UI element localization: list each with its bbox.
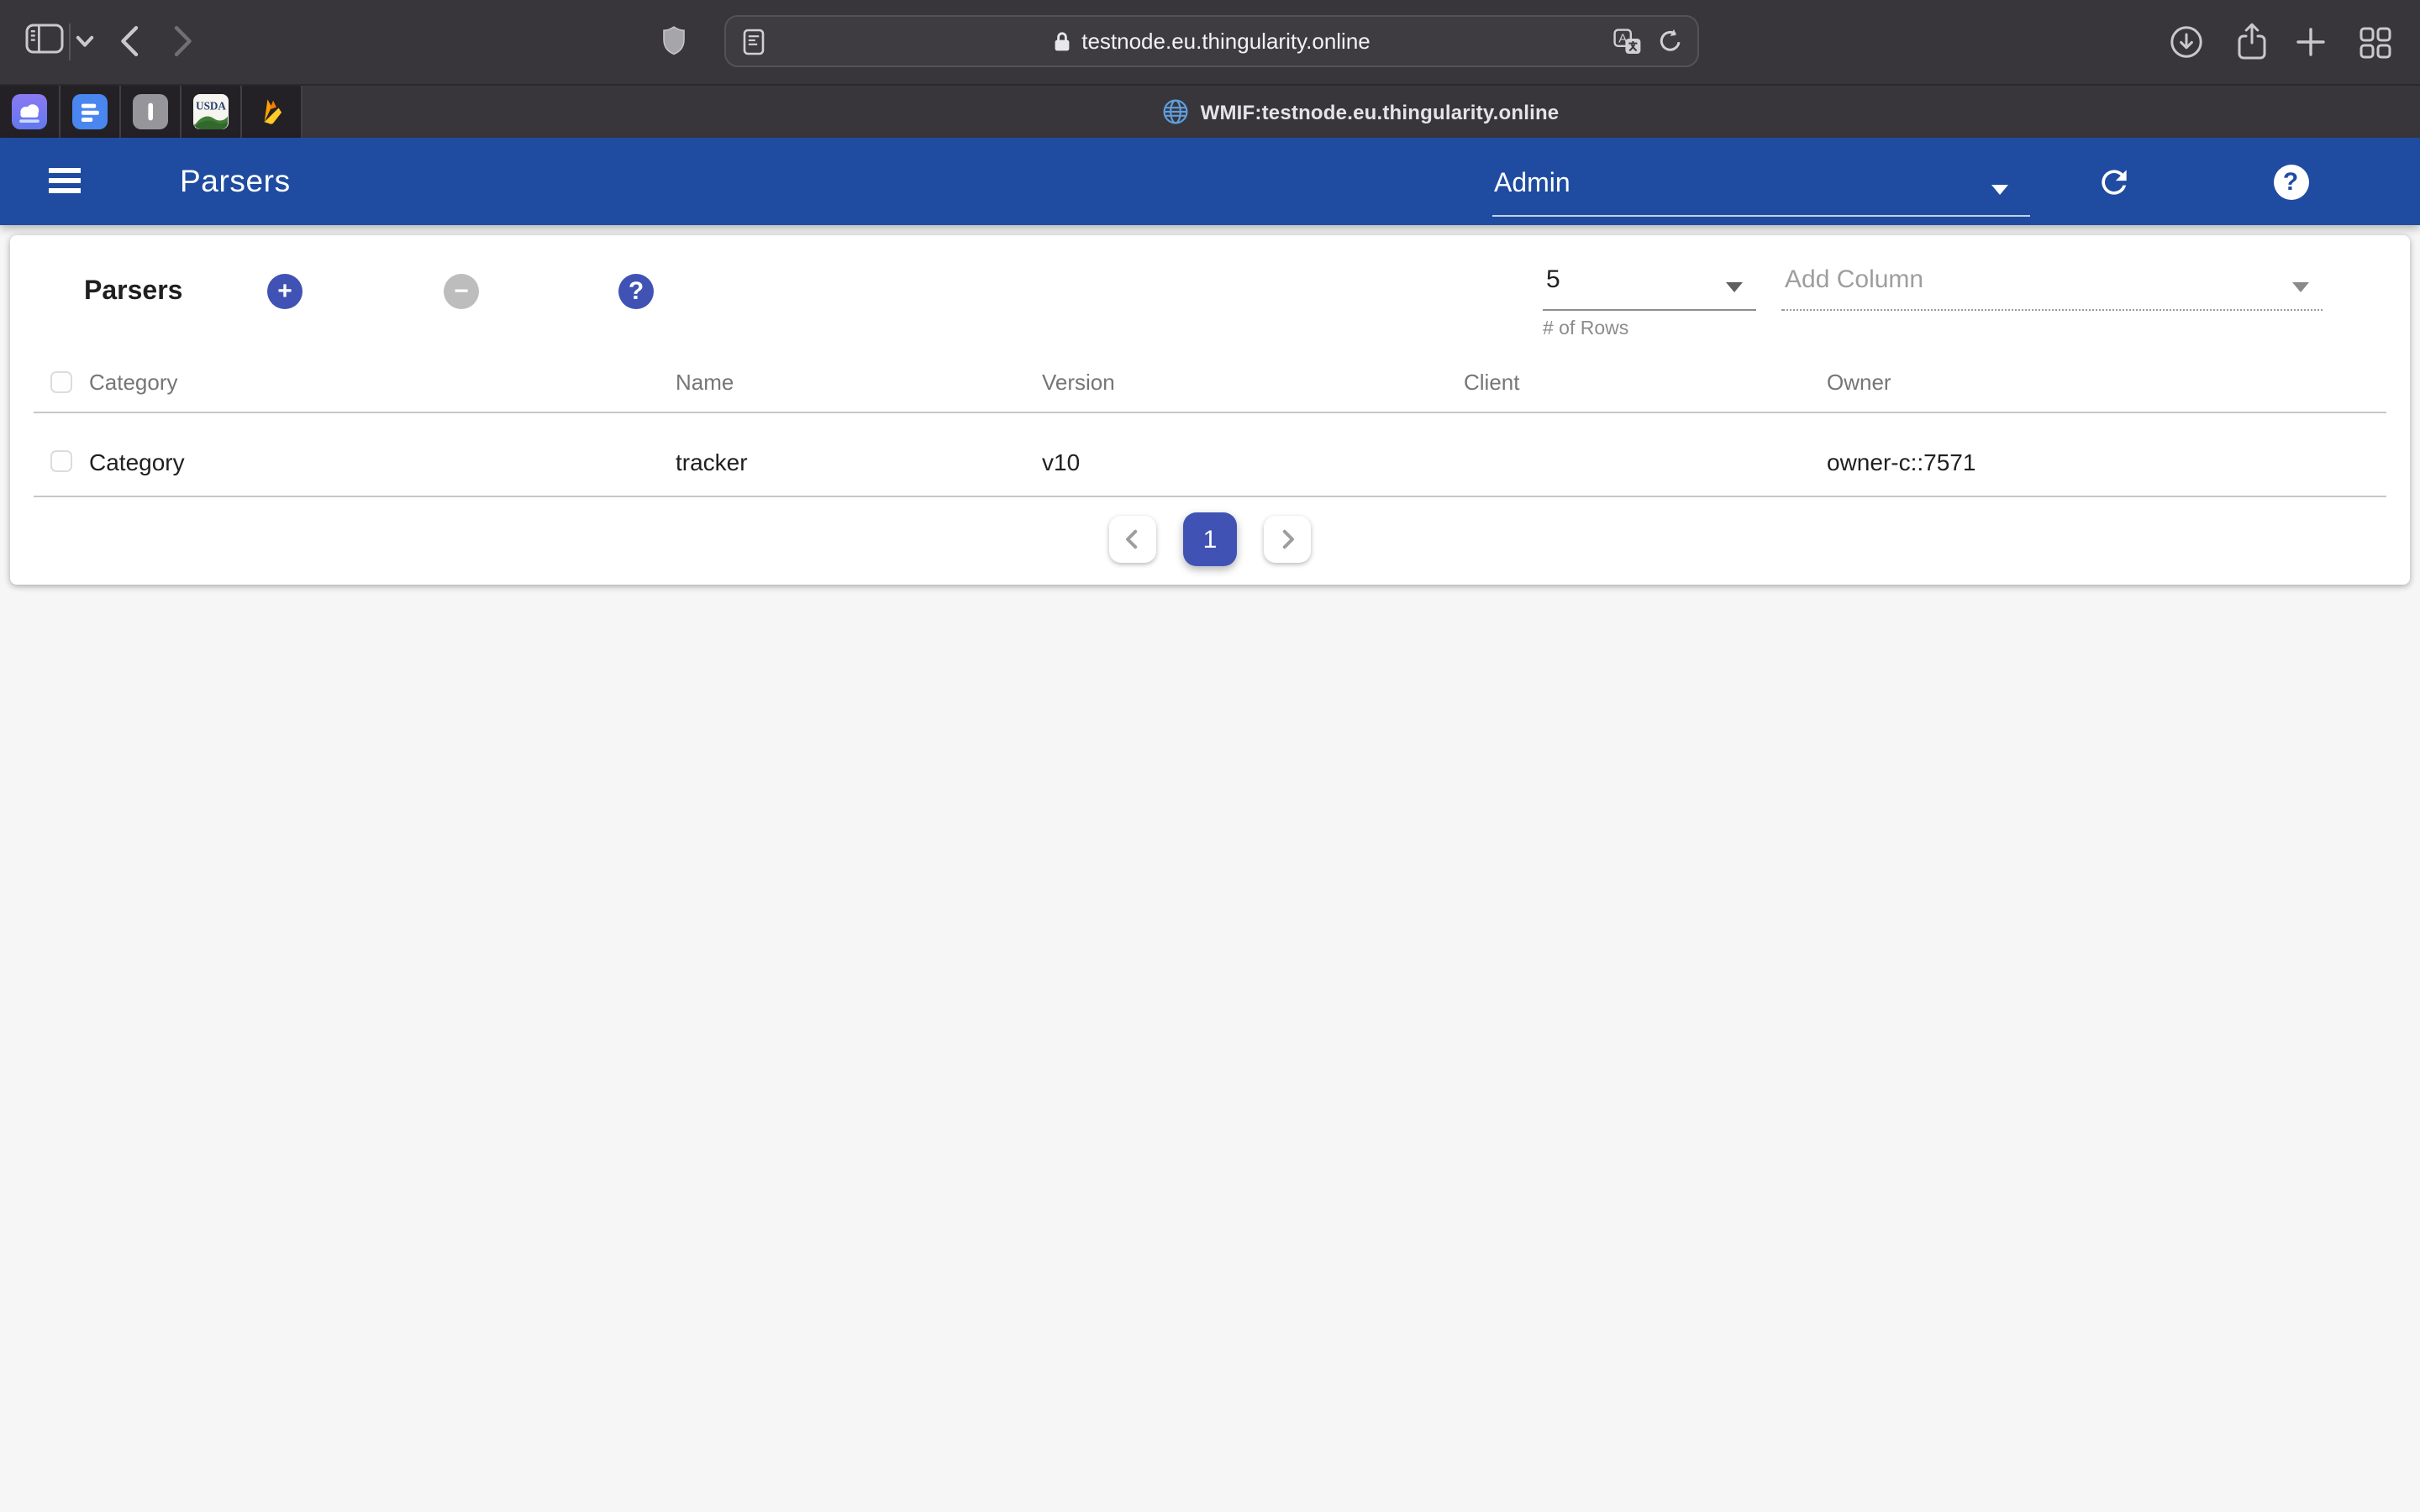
content-card: Parsers + − ? 5 # of Rows Add Column Cat… [10, 235, 2410, 585]
row-checkbox[interactable] [50, 450, 71, 471]
help-icon: ? [2273, 164, 2308, 199]
browser-toolbar: testnode.eu.thingularity.online A [0, 0, 2420, 84]
next-page-button[interactable] [1264, 516, 1311, 563]
shield-icon [662, 25, 686, 57]
docs-favicon-icon [72, 94, 108, 129]
grid-icon [2360, 27, 2391, 59]
share-icon [2235, 22, 2269, 62]
new-tab-button[interactable] [2296, 27, 2326, 57]
pinned-tab-docs[interactable] [60, 86, 121, 138]
rows-count-value: 5 [1546, 265, 1560, 294]
chevron-right-icon [1277, 529, 1297, 549]
pinned-tabs: USDA [0, 86, 302, 138]
pinned-tab-usda[interactable]: USDA [182, 86, 242, 138]
firebase-favicon-icon [254, 94, 289, 129]
pinned-tab-cloud[interactable] [0, 86, 60, 138]
globe-icon [1164, 99, 1189, 124]
app-header: Parsers Admin ? [0, 138, 2420, 225]
column-header-name: Name [676, 370, 734, 395]
back-button[interactable] [119, 25, 139, 57]
tab-overview-button[interactable] [2360, 27, 2391, 59]
select-all-checkbox[interactable] [50, 371, 71, 392]
plus-icon [2296, 27, 2326, 57]
info-favicon-icon [133, 94, 168, 129]
cell-version: v10 [1042, 449, 1080, 475]
pinned-tab-firebase[interactable] [242, 86, 302, 138]
downloads-button[interactable] [2170, 25, 2203, 59]
column-header-client: Client [1464, 370, 1520, 395]
current-page-button[interactable]: 1 [1183, 512, 1237, 566]
translate-button[interactable]: A [1613, 17, 1642, 66]
chevron-down-icon [1991, 185, 2008, 195]
hamburger-icon [49, 168, 81, 172]
column-header-owner: Owner [1827, 370, 1891, 395]
page-title: Parsers [180, 163, 291, 200]
header-divider [34, 412, 2386, 413]
privacy-shield-button[interactable] [662, 25, 686, 57]
page-reload-button[interactable] [1659, 17, 1682, 66]
download-icon [2170, 25, 2203, 59]
refresh-button[interactable] [2096, 163, 2133, 200]
column-header-version: Version [1042, 370, 1115, 395]
add-column-placeholder: Add Column [1785, 265, 1923, 294]
translate-icon: A [1613, 28, 1642, 55]
svg-text:USDA: USDA [196, 100, 226, 113]
menu-button[interactable] [49, 168, 81, 193]
screen: testnode.eu.thingularity.online A [0, 0, 2420, 1512]
back-icon [119, 25, 139, 57]
lock-icon [1053, 30, 1070, 52]
refresh-icon [2096, 162, 2133, 201]
reload-icon [1659, 29, 1682, 54]
chevron-down-icon [1726, 282, 1743, 292]
tab-group-menu-button[interactable] [76, 35, 94, 49]
usda-favicon-icon: USDA [193, 94, 229, 129]
forward-button[interactable] [173, 25, 193, 57]
cell-name: tracker [676, 449, 748, 475]
help-button[interactable]: ? [2272, 163, 2309, 200]
url-text: testnode.eu.thingularity.online [1081, 29, 1370, 54]
cell-category: Category [89, 449, 185, 475]
role-select-value: Admin [1494, 170, 1570, 200]
column-header-category: Category [89, 370, 178, 395]
cell-owner: owner-c::7571 [1827, 449, 1975, 475]
sidebar-icon [25, 24, 64, 54]
chevron-down-icon [2292, 282, 2309, 292]
pinned-tab-info[interactable] [121, 86, 182, 138]
section-help-button[interactable]: ? [618, 274, 654, 309]
toolbar-separator [69, 24, 71, 60]
url-bar[interactable]: testnode.eu.thingularity.online A [724, 15, 1699, 67]
remove-row-button[interactable]: − [444, 274, 479, 309]
active-tab[interactable]: WMIF:testnode.eu.thingularity.online [302, 86, 2420, 138]
reader-icon [743, 28, 765, 55]
pagination: 1 [10, 507, 2410, 571]
add-row-button[interactable]: + [267, 274, 302, 309]
reader-button[interactable] [743, 17, 765, 66]
tab-title: WMIF:testnode.eu.thingularity.online [1201, 100, 1560, 123]
add-column-select[interactable]: Add Column [1781, 255, 2323, 311]
rows-count-select[interactable]: 5 [1543, 255, 1756, 311]
row-divider [34, 496, 2386, 497]
chevron-down-icon [76, 35, 94, 49]
forward-icon [173, 25, 193, 57]
chevron-left-icon [1123, 529, 1143, 549]
section-title: Parsers [84, 277, 182, 307]
role-select[interactable]: Admin [1492, 161, 2030, 217]
rows-count-label: # of Rows [1543, 319, 1628, 339]
prev-page-button[interactable] [1109, 516, 1156, 563]
tab-bar: USDA WMIF:testnode.eu. [0, 84, 2420, 138]
sidebar-toggle-button[interactable] [25, 24, 64, 54]
share-button[interactable] [2235, 22, 2269, 62]
cloud-favicon-icon [12, 94, 47, 129]
